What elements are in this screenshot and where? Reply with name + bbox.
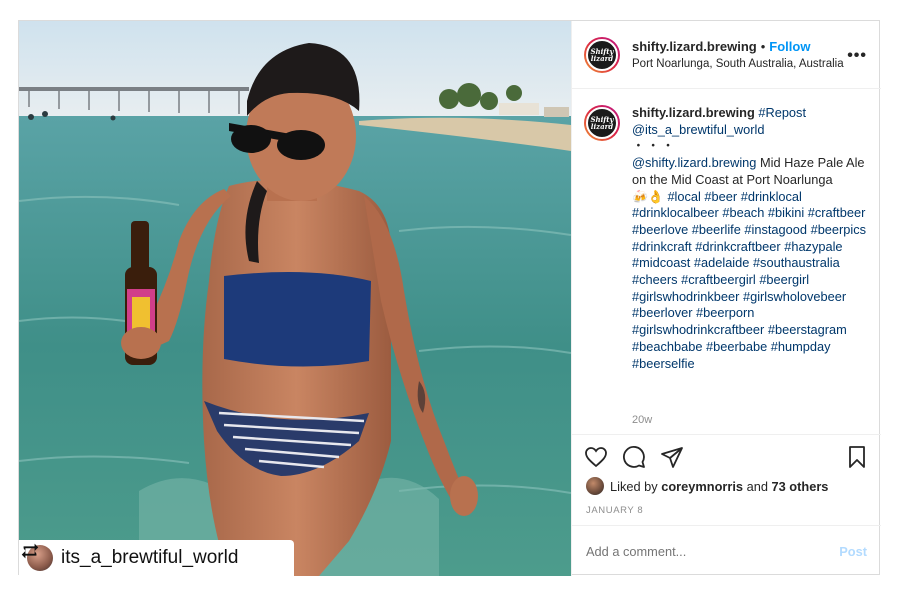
hashtag-link[interactable]: #Repost: [758, 105, 806, 120]
likes-summary: Liked by coreymnorris and 73 others: [586, 477, 828, 495]
action-icons: [584, 445, 684, 469]
share-icon[interactable]: [660, 445, 684, 469]
liker-avatar: [586, 477, 604, 495]
bookmark-button[interactable]: [845, 445, 869, 469]
post-photo[interactable]: its_a_brewtiful_world: [19, 21, 571, 576]
brand-logo: Shifty lizard: [586, 107, 618, 139]
repost-username[interactable]: its_a_brewtiful_world: [61, 547, 238, 569]
more-options-icon[interactable]: •••: [847, 47, 867, 65]
mention-link[interactable]: @shifty.lizard.brewing: [632, 155, 756, 170]
header-text: shifty.lizard.brewing • Follow Port Noar…: [632, 39, 844, 70]
liked-and: and: [746, 478, 768, 494]
caption-emoji: 🍻👌: [632, 188, 664, 204]
bookmark-icon: [849, 446, 865, 468]
profile-avatar[interactable]: Shifty lizard: [584, 36, 620, 73]
brand-logo: Shifty lizard: [586, 38, 618, 71]
caption-hashtags[interactable]: #local #beer #drinklocal #drinklocalbeer…: [632, 189, 866, 371]
repost-badge[interactable]: its_a_brewtiful_world: [19, 540, 294, 576]
instagram-post: its_a_brewtiful_world Shifty lizard shift…: [18, 20, 881, 576]
post-comment-button[interactable]: Post: [839, 544, 867, 559]
comment-input[interactable]: [586, 543, 840, 559]
comment-box: Post: [572, 525, 881, 576]
caption-username[interactable]: shifty.lizard.brewing: [632, 105, 755, 120]
post-header: Shifty lizard shifty.lizard.brewing • Fol…: [572, 21, 881, 89]
post-date: JANUARY 8: [586, 505, 644, 516]
likes-count-link[interactable]: 73 others: [772, 479, 829, 494]
heart-icon[interactable]: [584, 445, 608, 469]
beach-photo: [19, 21, 571, 576]
location-link[interactable]: Port Noarlunga, South Australia, Austral…: [632, 58, 844, 70]
header-row: shifty.lizard.brewing • Follow: [632, 39, 844, 54]
mention-link[interactable]: @its_a_brewtiful_world: [632, 122, 765, 137]
header-username[interactable]: shifty.lizard.brewing: [632, 39, 757, 54]
caption-age: 20w: [632, 414, 653, 426]
post-sidebar: Shifty lizard shifty.lizard.brewing • Fol…: [571, 21, 881, 576]
comment-icon[interactable]: [622, 445, 646, 469]
caption-avatar[interactable]: Shifty lizard: [584, 105, 620, 141]
caption: Shifty lizard shifty.lizard.brewing #Repo…: [584, 105, 874, 372]
liked-prefix: Liked by: [610, 478, 658, 494]
caption-dots: ・・・: [632, 138, 677, 154]
caption-text: shifty.lizard.brewing #Repost @its_a_bre…: [632, 105, 870, 372]
repost-icon: [21, 543, 39, 559]
liked-user-link[interactable]: coreymnorris: [661, 479, 743, 494]
actions-panel: Liked by coreymnorris and 73 others JANU…: [572, 434, 881, 576]
header-separator: •: [760, 39, 766, 54]
follow-button[interactable]: Follow: [769, 39, 810, 54]
